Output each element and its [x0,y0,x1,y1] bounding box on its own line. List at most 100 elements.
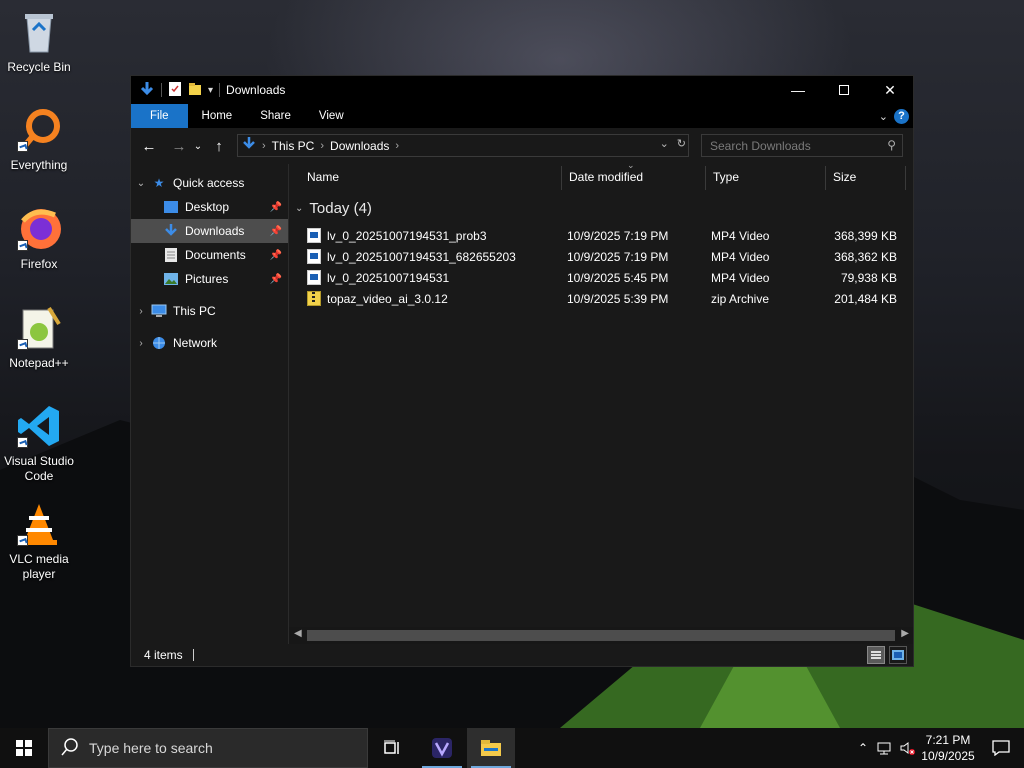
video-file-icon [307,270,321,285]
zip-file-icon [307,291,321,306]
firefox-icon [15,205,63,253]
horizontal-scrollbar[interactable]: ◀ ▶ [289,627,913,644]
desktop-icon-notepad-plus-plus[interactable]: Notepad++ [4,304,74,371]
item-count: 4 items [144,648,183,662]
nav-label: This PC [173,304,216,318]
start-button[interactable] [0,728,48,768]
column-header-name[interactable]: Name [299,164,561,190]
up-button[interactable]: ↑ [207,134,231,158]
tab-file[interactable]: File [131,104,188,128]
column-header-size[interactable]: Size [825,164,905,190]
title-bar[interactable]: ▾ Downloads — ✕ [131,76,913,104]
taskbar-app-topaz[interactable] [418,728,466,768]
file-name: topaz_video_ai_3.0.12 [327,291,448,306]
breadcrumb-separator-icon: › [320,139,325,152]
nav-item-downloads[interactable]: Downloads 📌 [131,219,288,243]
system-tray: ⌃ 7:21 PM 10/9/2025 [852,728,1024,768]
file-row[interactable]: lv_0_20251007194531_682655203 10/9/2025 … [307,246,907,267]
breadcrumb-separator-icon: › [395,139,400,152]
network-icon [151,335,167,351]
file-explorer-icon [481,740,501,756]
scroll-left-icon[interactable]: ◀ [294,628,302,639]
properties-icon[interactable] [168,81,182,100]
scroll-right-icon[interactable]: ▶ [901,628,909,639]
nav-quick-access[interactable]: ⌄ ★ Quick access [131,171,288,195]
search-input[interactable] [710,138,880,153]
notepad-plus-plus-icon [15,304,63,352]
nav-network[interactable]: › Network [131,331,288,355]
shortcut-arrow-icon [17,535,28,546]
nav-label: Documents [185,248,246,262]
new-folder-icon[interactable] [188,82,202,99]
task-view-button[interactable] [368,728,416,768]
explorer-content: ⌄ ★ Quick access Desktop 📌 Downloads 📌 D… [131,160,913,644]
notifications-icon[interactable] [978,740,1024,756]
recent-locations-button[interactable]: ⌄ [191,134,205,158]
nav-item-documents[interactable]: Documents 📌 [131,243,288,267]
tab-share[interactable]: Share [246,104,305,128]
desktop-icon-vlc[interactable]: VLC media player [4,500,74,582]
download-arrow-icon [139,81,155,100]
status-divider [192,649,194,661]
windows-logo-icon [16,740,32,756]
column-divider[interactable] [905,166,906,190]
file-date: 10/9/2025 7:19 PM [567,249,669,264]
breadcrumb-downloads[interactable]: Downloads [330,139,389,153]
shortcut-arrow-icon [17,437,28,448]
desktop-icon-vscode[interactable]: Visual Studio Code [4,402,74,484]
address-history-dropdown-icon[interactable]: ⌄ [660,137,669,150]
back-button[interactable]: ← [137,134,161,158]
help-icon[interactable]: ? [894,108,909,124]
desktop-icon-everything[interactable]: Everything [4,106,74,173]
file-row[interactable]: lv_0_20251007194531 10/9/2025 5:45 PM MP… [307,267,907,288]
nav-item-pictures[interactable]: Pictures 📌 [131,267,288,291]
column-header-type[interactable]: Type [705,164,825,190]
expand-chevron-icon[interactable]: › [131,338,151,349]
toolbar-separator [161,83,162,97]
tab-home[interactable]: Home [188,104,247,128]
expand-chevron-icon[interactable]: ⌄ [131,178,151,189]
file-type: MP4 Video [711,270,770,285]
expand-chevron-icon[interactable]: › [131,306,151,317]
large-icons-view-button[interactable] [889,646,907,664]
details-view-button[interactable] [867,646,885,664]
file-date: 10/9/2025 5:45 PM [567,270,669,285]
taskbar-search-box[interactable]: Type here to search [48,728,368,768]
breadcrumb-this-pc[interactable]: This PC [272,139,315,153]
details-view-icon [871,651,881,659]
nav-this-pc[interactable]: › This PC [131,299,288,323]
expand-ribbon-icon[interactable]: ⌄ [879,110,888,123]
vlc-icon [15,500,63,548]
minimize-button[interactable]: — [775,76,821,104]
downloads-folder-icon [163,223,179,239]
show-hidden-icons-icon[interactable]: ⌃ [852,741,874,755]
maximize-button[interactable] [821,76,867,104]
network-status-icon[interactable] [874,741,896,755]
desktop-icon-label: Firefox [20,257,58,271]
volume-muted-icon[interactable] [896,741,918,755]
clock[interactable]: 7:21 PM 10/9/2025 [918,732,978,764]
desktop-icon-firefox[interactable]: Firefox [4,205,74,272]
refresh-icon[interactable]: ↻ [677,137,686,150]
file-row[interactable]: topaz_video_ai_3.0.12 10/9/2025 5:39 PM … [307,288,907,309]
file-size: 368,362 KB [834,249,897,264]
nav-label: Pictures [185,272,229,286]
search-box[interactable]: ⚲ [701,134,903,157]
scrollbar-thumb[interactable] [307,630,895,641]
group-header-today[interactable]: ⌄ Today (4) [295,200,372,217]
tab-view[interactable]: View [305,104,358,128]
file-row[interactable]: lv_0_20251007194531_prob3 10/9/2025 7:19… [307,225,907,246]
taskbar-app-file-explorer[interactable] [467,728,515,768]
address-bar[interactable]: › This PC › Downloads › ⌄ ↻ [237,134,689,157]
shortcut-arrow-icon [17,141,28,152]
close-button[interactable]: ✕ [867,76,913,104]
address-row: ← → ⌄ ↑ › This PC › Downloads › ⌄ ↻ ⚲ [131,128,913,164]
window-title: Downloads [226,83,286,97]
forward-button[interactable]: → [167,134,191,158]
desktop-icon-recycle-bin[interactable]: Recycle Bin [4,8,74,75]
nav-item-desktop[interactable]: Desktop 📌 [131,195,288,219]
collapse-group-icon[interactable]: ⌄ [295,203,303,214]
customize-toolbar-icon[interactable]: ▾ [208,85,213,96]
file-date: 10/9/2025 5:39 PM [567,291,669,306]
file-date: 10/9/2025 7:19 PM [567,228,669,243]
